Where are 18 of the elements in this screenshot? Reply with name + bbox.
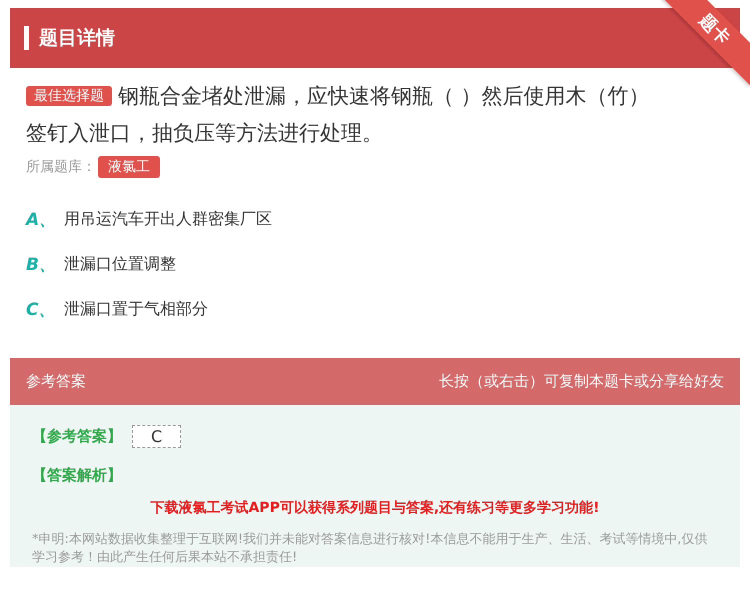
bank-label: 所属题库： bbox=[26, 158, 96, 176]
page-title: 题目详情 bbox=[39, 26, 115, 51]
option-text: 泄漏口位置调整 bbox=[64, 254, 176, 275]
share-hint: 长按（或右击）可复制本题卡或分享给好友 bbox=[439, 372, 724, 391]
disclaimer-text: *申明:本网站数据收集整理于互联网!我们并未能对答案信息进行核对!本信息不能用于生产、生活、考试等情境中,仅供学习参考！由此产生任何后果本站不承担责任! bbox=[32, 531, 708, 567]
answer-value: C bbox=[132, 425, 182, 448]
option-letter: B、 bbox=[26, 254, 57, 276]
bank-tag[interactable]: 液氯工 bbox=[98, 156, 160, 178]
option-text: 泄漏口置于气相部分 bbox=[64, 299, 208, 320]
option-letter: A、 bbox=[26, 209, 58, 231]
title-marker bbox=[24, 26, 29, 50]
answer-bar-title: 参考答案 bbox=[26, 372, 86, 391]
option-letter: C、 bbox=[26, 299, 56, 321]
option-text: 用吊运汽车开出人群密集厂区 bbox=[64, 209, 272, 230]
analysis-label: 【答案解析】 bbox=[32, 466, 122, 485]
promo-text: 下载液氯工考试APP可以获得系列题目与答案,还有练习等更多学习功能! bbox=[149, 499, 601, 517]
answer-label: 【参考答案】 bbox=[32, 427, 122, 446]
question-text: $^{最佳选择题}$ 钢瓶合金堵处泄漏，应快速将钢瓶（ ）然后使用木（竹）签钉入泄口，抽负压等方法进行处理。 bbox=[25, 83, 651, 147]
